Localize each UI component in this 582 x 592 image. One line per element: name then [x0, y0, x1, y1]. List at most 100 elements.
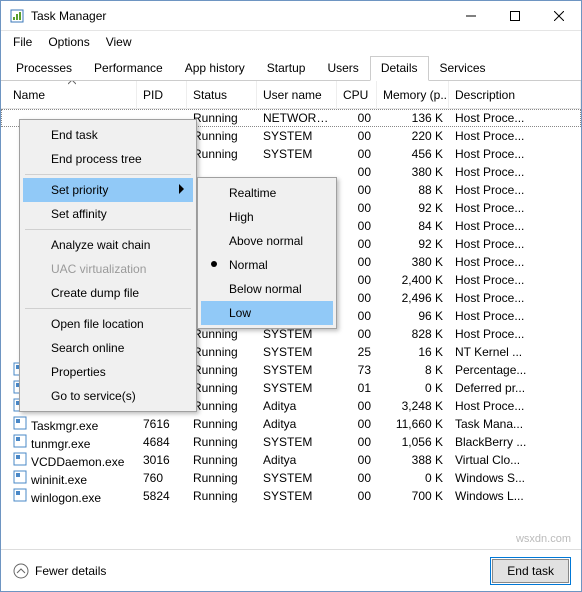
menu-item[interactable]: Create dump file	[23, 281, 193, 305]
cell-cpu: 00	[337, 237, 377, 251]
cell-memory: 220 K	[377, 129, 449, 143]
col-cpu[interactable]: CPU	[337, 81, 377, 109]
cell-status: Running	[187, 381, 257, 395]
cell-status: Running	[187, 345, 257, 359]
submenu-item[interactable]: Realtime	[201, 181, 333, 205]
cell-cpu: 00	[337, 489, 377, 503]
tab-services[interactable]: Services	[429, 56, 497, 81]
window-title: Task Manager	[31, 9, 449, 23]
table-row[interactable]: winlogon.exe5824RunningSYSTEM00700 KWind…	[1, 487, 581, 505]
watermark: wsxdn.com	[516, 533, 571, 545]
cell-cpu: 00	[337, 273, 377, 287]
submenu-item[interactable]: Low	[201, 301, 333, 325]
cell-user: SYSTEM	[257, 363, 337, 377]
table-row[interactable]: tunmgr.exe4684RunningSYSTEM001,056 KBlac…	[1, 433, 581, 451]
cell-cpu: 00	[337, 309, 377, 323]
cell-cpu: 00	[337, 291, 377, 305]
menu-item[interactable]: Properties	[23, 360, 193, 384]
tab-app-history[interactable]: App history	[174, 56, 256, 81]
cell-description: Host Proce...	[449, 147, 581, 161]
cell-status: Running	[187, 417, 257, 431]
submenu-item[interactable]: Normal	[201, 253, 333, 277]
cell-status: Running	[187, 399, 257, 413]
cell-cpu: 00	[337, 471, 377, 485]
process-icon	[13, 488, 27, 502]
col-user[interactable]: User name	[257, 81, 337, 109]
cell-memory: 2,400 K	[377, 273, 449, 287]
cell-cpu: 00	[337, 201, 377, 215]
menu-item[interactable]: End task	[23, 123, 193, 147]
tab-processes[interactable]: Processes	[5, 56, 83, 81]
cell-description: Percentage...	[449, 363, 581, 377]
col-status[interactable]: Status	[187, 81, 257, 109]
cell-memory: 380 K	[377, 255, 449, 269]
tab-performance[interactable]: Performance	[83, 56, 174, 81]
close-button[interactable]	[537, 1, 581, 31]
tab-startup[interactable]: Startup	[256, 56, 317, 81]
cell-memory: 380 K	[377, 165, 449, 179]
cell-cpu: 73	[337, 363, 377, 377]
cell-user: Aditya	[257, 453, 337, 467]
cell-status: Running	[187, 147, 257, 161]
submenu-arrow-icon	[179, 184, 185, 194]
process-icon	[13, 434, 27, 448]
cell-description: Host Proce...	[449, 309, 581, 323]
submenu-item[interactable]: Below normal	[201, 277, 333, 301]
process-icon	[13, 470, 27, 484]
process-icon	[13, 452, 27, 466]
cell-memory: 88 K	[377, 183, 449, 197]
menu-file[interactable]: File	[13, 35, 32, 49]
cell-description: Host Proce...	[449, 291, 581, 305]
fewer-details-toggle[interactable]: Fewer details	[13, 563, 106, 579]
menu-item[interactable]: Go to service(s)	[23, 384, 193, 408]
menu-item[interactable]: Set priority	[23, 178, 193, 202]
maximize-button[interactable]	[493, 1, 537, 31]
cell-memory: 16 K	[377, 345, 449, 359]
menu-view[interactable]: View	[106, 35, 132, 49]
minimize-button[interactable]	[449, 1, 493, 31]
cell-memory: 1,056 K	[377, 435, 449, 449]
process-icon	[13, 416, 27, 430]
submenu-item[interactable]: High	[201, 205, 333, 229]
cell-status: Running	[187, 435, 257, 449]
app-icon	[9, 8, 25, 24]
cell-memory: 0 K	[377, 381, 449, 395]
cell-description: Host Proce...	[449, 183, 581, 197]
cell-user: SYSTEM	[257, 327, 337, 341]
menu-item[interactable]: End process tree	[23, 147, 193, 171]
col-description[interactable]: Description	[449, 81, 581, 109]
tab-users[interactable]: Users	[316, 56, 369, 81]
cell-description: Windows S...	[449, 471, 581, 485]
cell-user: Aditya	[257, 399, 337, 413]
table-row[interactable]: Taskmgr.exe7616RunningAditya0011,660 KTa…	[1, 415, 581, 433]
col-memory[interactable]: Memory (p...	[377, 81, 449, 109]
menu-item[interactable]: Set affinity	[23, 202, 193, 226]
cell-memory: 828 K	[377, 327, 449, 341]
col-name[interactable]: Name	[7, 81, 137, 109]
cell-description: Task Mana...	[449, 417, 581, 431]
col-pid[interactable]: PID	[137, 81, 187, 109]
radio-selected-icon	[211, 261, 217, 267]
cell-memory: 3,248 K	[377, 399, 449, 413]
menu-item[interactable]: Open file location	[23, 312, 193, 336]
menu-item[interactable]: Analyze wait chain	[23, 233, 193, 257]
cell-status: Running	[187, 129, 257, 143]
cell-status: Running	[187, 111, 257, 125]
cell-cpu: 01	[337, 381, 377, 395]
table-row[interactable]: wininit.exe760RunningSYSTEM000 KWindows …	[1, 469, 581, 487]
cell-user: SYSTEM	[257, 471, 337, 485]
cell-name: Taskmgr.exe	[31, 419, 98, 433]
cell-status: Running	[187, 471, 257, 485]
cell-status: Running	[187, 453, 257, 467]
table-row[interactable]: VCDDaemon.exe3016RunningAditya00388 KVir…	[1, 451, 581, 469]
cell-cpu: 00	[337, 327, 377, 341]
cell-user: Aditya	[257, 417, 337, 431]
menu-item[interactable]: Search online	[23, 336, 193, 360]
submenu-item[interactable]: Above normal	[201, 229, 333, 253]
column-headers: Name PID Status User name CPU Memory (p.…	[1, 81, 581, 109]
cell-cpu: 00	[337, 219, 377, 233]
end-task-button[interactable]: End task	[492, 559, 569, 583]
menu-options[interactable]: Options	[48, 35, 89, 49]
cell-pid: 3016	[137, 453, 187, 467]
tab-details[interactable]: Details	[370, 56, 429, 81]
